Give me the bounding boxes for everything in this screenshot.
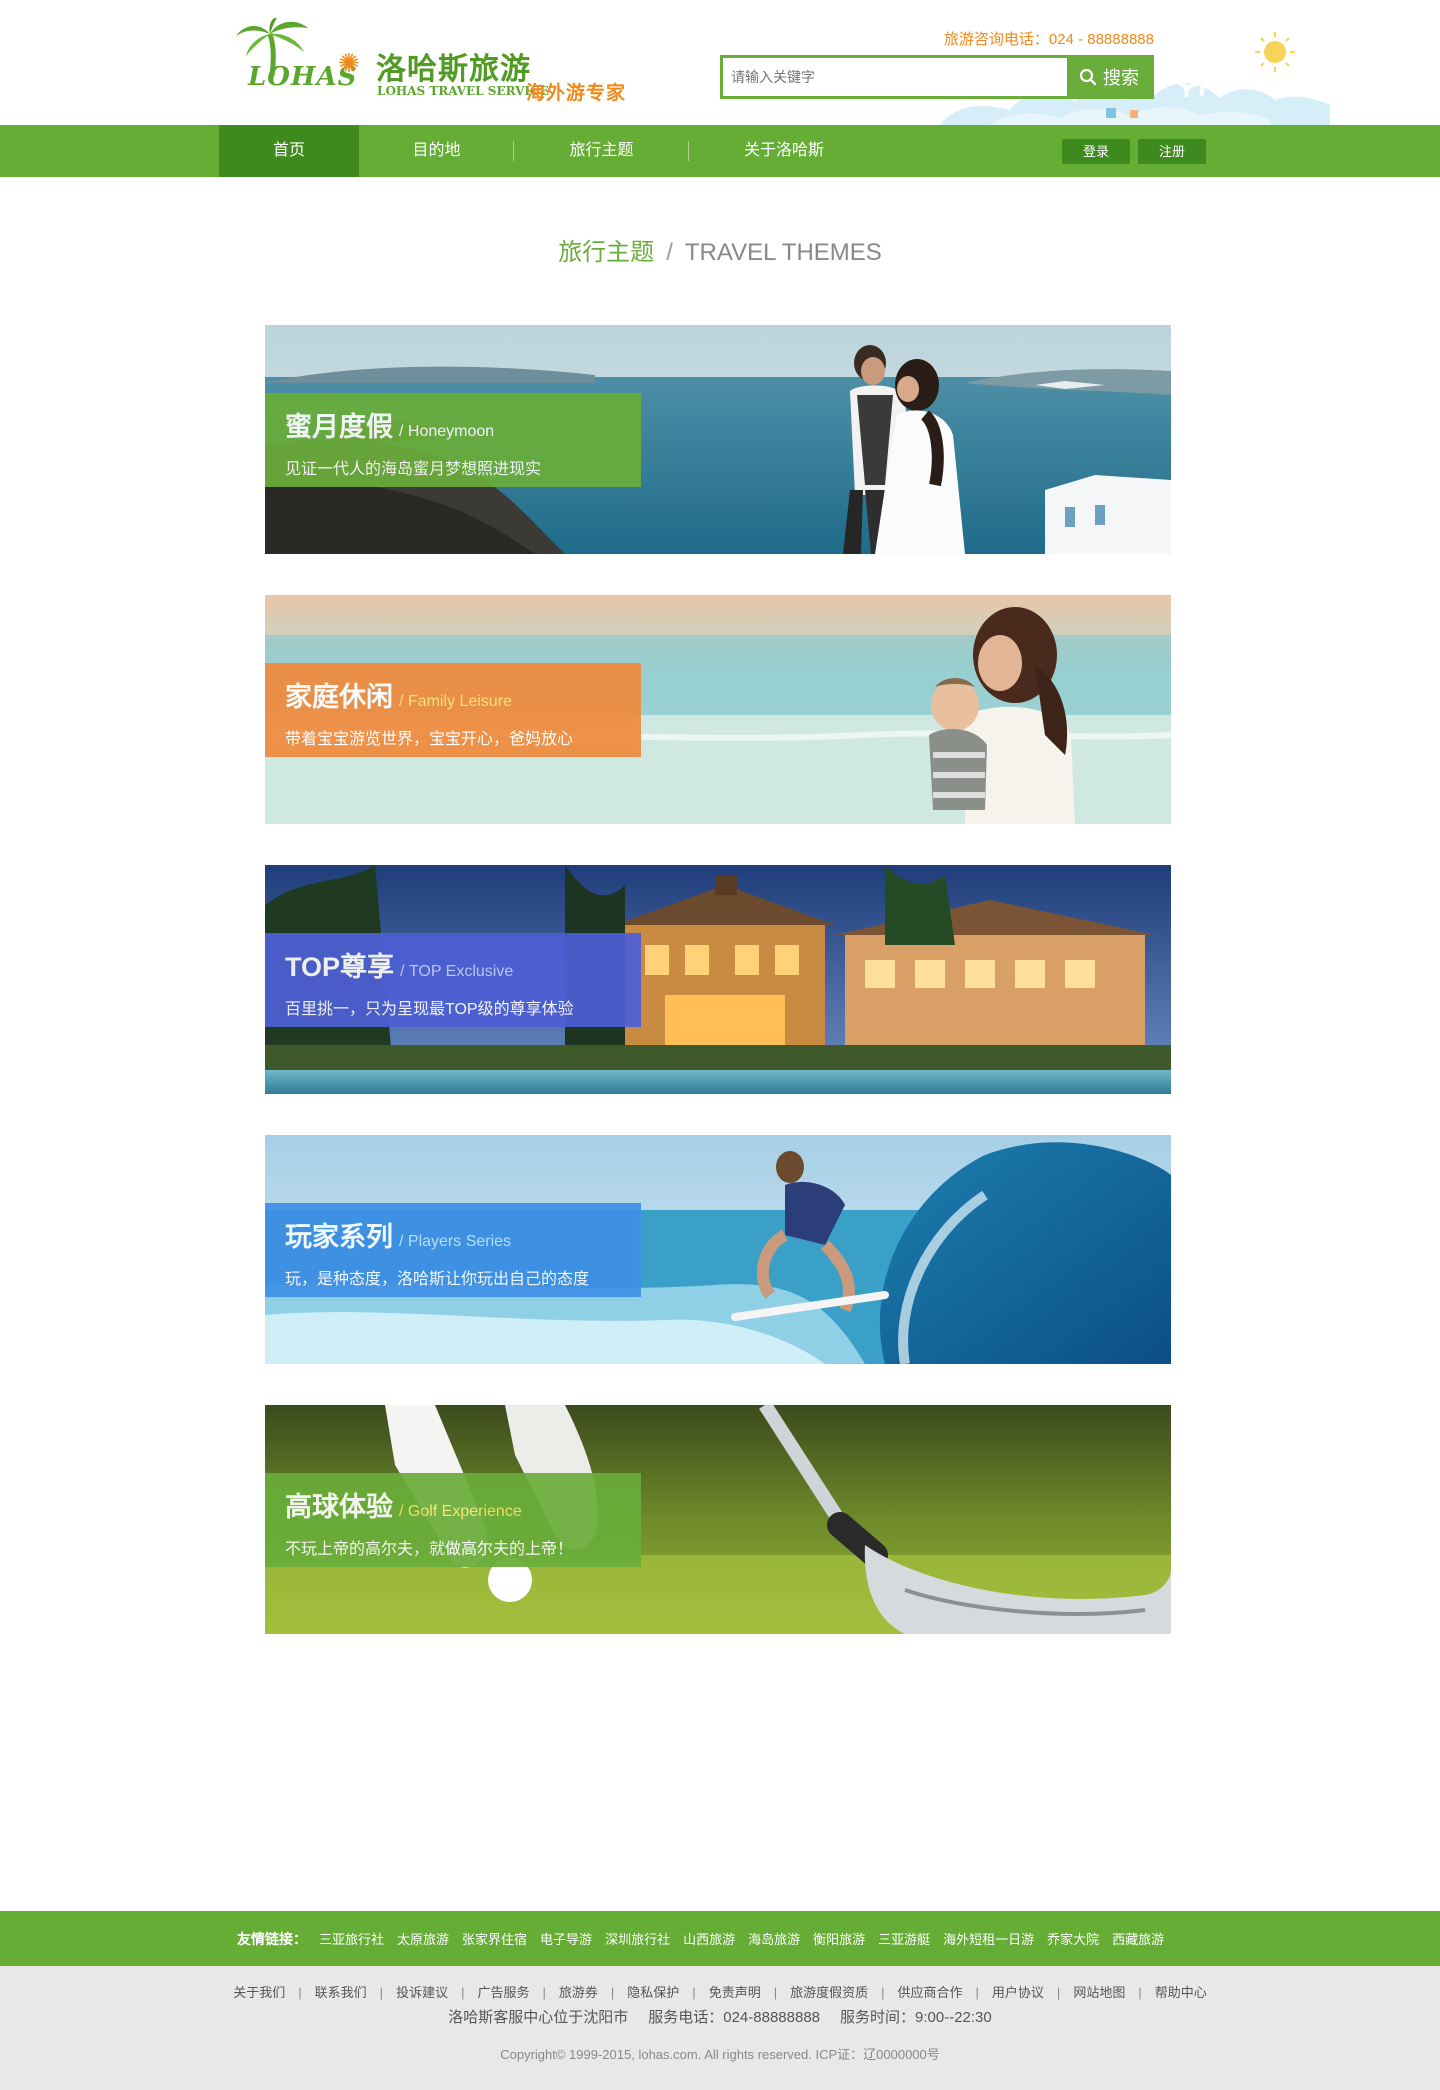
register-button[interactable]: 注册 <box>1138 139 1206 164</box>
page-title: 旅行主题 / TRAVEL THEMES <box>0 232 1440 267</box>
footer-nav-link[interactable]: 帮助中心 <box>1155 1985 1207 2000</box>
friendly-link[interactable]: 电子导游 <box>540 1929 592 1948</box>
footer: 关于我们 | 联系我们 | 投诉建议 | 广告服务 | 旅游券 | 隐私保护 | 免责声明 | 旅游度假资质… <box>0 1966 1440 2090</box>
footer-nav-link[interactable]: 免责声明 <box>709 1985 761 2000</box>
theme-subtitle: / Honeymoon <box>399 423 495 440</box>
theme-label: 家庭休闲 / Family Leisure 带着宝宝游览世界，宝宝开心，爸妈放心 <box>265 663 641 757</box>
login-button[interactable]: 登录 <box>1062 139 1130 164</box>
footer-nav-divider: | <box>542 1985 546 2000</box>
friendly-link[interactable]: 三亚游艇 <box>878 1929 930 1948</box>
service-phone: 服务电话：024-88888888 <box>648 2009 821 2026</box>
footer-nav-divider: | <box>610 1985 615 2000</box>
friendly-link[interactable]: 海外短租一日游 <box>943 1929 1034 1948</box>
footer-nav-divider: | <box>379 1985 384 2000</box>
friendly-links-title: 友情链接： <box>237 1930 307 1947</box>
theme-banner-family[interactable]: 家庭休闲 / Family Leisure 带着宝宝游览世界，宝宝开心，爸妈放心 <box>265 595 1171 824</box>
page: LOHAS ✺ 洛哈斯旅游 LOHAS TRAVEL SERVICE 海外游专家 <box>0 0 1440 2090</box>
hotline: 旅游咨询电话：024 - 88888888 <box>943 31 1154 48</box>
theme-title: 玩家系列 <box>285 1222 393 1252</box>
friendly-link[interactable]: 深圳旅行社 <box>605 1929 670 1948</box>
theme-subtitle: / Family Leisure <box>399 693 512 710</box>
theme-description: 玩，是种态度，洛哈斯让你玩出自己的态度 <box>285 1271 590 1288</box>
theme-description: 不玩上帝的高尔夫，就做高尔夫的上帝！ <box>285 1541 574 1558</box>
footer-nav-divider: | <box>298 1985 302 2000</box>
theme-banner-honeymoon[interactable]: 蜜月度假 / Honeymoon 见证一代人的海岛蜜月梦想照进现实 <box>265 325 1171 554</box>
theme-banner-players[interactable]: 玩家系列 / Players Series 玩，是种态度，洛哈斯让你玩出自己的态度 <box>265 1135 1171 1364</box>
friendly-link[interactable]: 三亚旅行社 <box>319 1929 384 1948</box>
friendly-links-bar: 友情链接： 三亚旅行社 太原旅游 张家界住宿 电子导游 深圳旅行社 山西旅游 海岛旅游 衡阳旅… <box>0 1911 1440 1966</box>
friendly-link[interactable]: 张家界住宿 <box>462 1929 527 1948</box>
nav-item-destinations[interactable]: 目的地 <box>359 125 514 177</box>
page-title-en: TRAVEL THEMES <box>684 239 882 266</box>
logo[interactable]: LOHAS ✺ 洛哈斯旅游 LOHAS TRAVEL SERVICE 海外游专家 <box>234 18 654 108</box>
theme-title: 高球体验 <box>285 1492 393 1522</box>
service-center: 洛哈斯客服中心位于沈阳市 <box>448 2009 629 2026</box>
slogan: 海外游专家 <box>526 83 627 104</box>
theme-description: 带着宝宝游览世界，宝宝开心，爸妈放心 <box>285 731 574 748</box>
theme-title: 蜜月度假 <box>285 412 393 442</box>
service-hours: 服务时间：9:00--22:30 <box>840 2009 992 2026</box>
nav-item-home[interactable]: 首页 <box>219 125 359 177</box>
theme-subtitle: / Players Series <box>399 1233 512 1250</box>
footer-nav-divider: | <box>773 1985 778 2000</box>
theme-banner-top-exclusive[interactable]: TOP尊享 / TOP Exclusive 百里挑一，只为呈现最TOP级的尊享体验 <box>265 865 1171 1094</box>
footer-nav-link[interactable]: 旅游券 <box>559 1985 598 2000</box>
main-nav: 首页 目的地 旅行主题 关于洛哈斯 <box>0 125 1440 177</box>
footer-info: 洛哈斯客服中心位于沈阳市 服务电话：024-88888888 服务时间：9:00--… <box>0 2006 1440 2027</box>
theme-description: 见证一代人的海岛蜜月梦想照进现实 <box>285 461 542 478</box>
friendly-link[interactable]: 山西旅游 <box>683 1929 735 1948</box>
page-title-cn: 旅行主题 <box>558 239 655 266</box>
header: LOHAS ✺ 洛哈斯旅游 LOHAS TRAVEL SERVICE 海外游专家 <box>0 0 1440 125</box>
search-input[interactable] <box>723 58 1067 96</box>
copyright: Copyright© 1999-2015, lohas.com. All rig… <box>500 2047 940 2062</box>
page-title-separator: / <box>666 239 673 266</box>
theme-banner-golf[interactable]: 高球体验 / Golf Experience 不玩上帝的高尔夫，就做高尔夫的上帝！ <box>265 1405 1171 1634</box>
footer-nav-link[interactable]: 联系我们 <box>315 1985 367 2000</box>
footer-nav-divider: | <box>1138 1985 1142 2000</box>
footer-nav-divider: | <box>881 1985 885 2000</box>
footer-nav-divider: | <box>975 1985 979 2000</box>
search-button[interactable]: 搜索 <box>1067 58 1151 96</box>
theme-label: TOP尊享 / TOP Exclusive 百里挑一，只为呈现最TOP级的尊享体验 <box>265 933 641 1027</box>
footer-nav: 关于我们 | 联系我们 | 投诉建议 | 广告服务 | 旅游券 | 隐私保护 | 免责声明 | 旅游度假资质… <box>0 1982 1440 2001</box>
friendly-link[interactable]: 衡阳旅游 <box>813 1929 865 1948</box>
sun-icon <box>1255 32 1295 72</box>
nav-item-travel-themes[interactable]: 旅行主题 <box>514 125 689 177</box>
theme-title: TOP尊享 <box>285 952 395 982</box>
nav-item-about[interactable]: 关于洛哈斯 <box>689 125 879 177</box>
footer-nav-divider: | <box>1056 1985 1061 2000</box>
theme-label: 蜜月度假 / Honeymoon 见证一代人的海岛蜜月梦想照进现实 <box>265 393 641 487</box>
footer-nav-link[interactable]: 网站地图 <box>1073 1985 1125 2000</box>
theme-title: 家庭休闲 <box>285 682 393 712</box>
theme-description: 百里挑一，只为呈现最TOP级的尊享体验 <box>285 1001 574 1018</box>
footer-nav-link[interactable]: 旅游度假资质 <box>790 1985 868 2000</box>
friendly-link[interactable]: 西藏旅游 <box>1112 1929 1164 1948</box>
footer-nav-link[interactable]: 用户协议 <box>992 1985 1044 2000</box>
theme-label: 玩家系列 / Players Series 玩，是种态度，洛哈斯让你玩出自己的态度 <box>265 1203 641 1297</box>
footer-nav-link[interactable]: 隐私保护 <box>627 1985 679 2000</box>
brand-name-cn: 洛哈斯旅游 <box>376 53 531 86</box>
footer-nav-link[interactable]: 关于我们 <box>233 1985 285 2000</box>
theme-subtitle: / Golf Experience <box>399 1503 522 1520</box>
footer-nav-link[interactable]: 供应商合作 <box>898 1985 963 2000</box>
friendly-link[interactable]: 乔家大院 <box>1047 1929 1099 1948</box>
search-icon <box>1079 68 1097 86</box>
footer-nav-divider: | <box>461 1985 465 2000</box>
search-button-label: 搜索 <box>1103 68 1139 88</box>
brand-name-en: LOHAS TRAVEL SERVICE <box>377 84 549 98</box>
footer-nav-divider: | <box>692 1985 696 2000</box>
footer-nav-link[interactable]: 投诉建议 <box>396 1985 448 2000</box>
friendly-link[interactable]: 太原旅游 <box>397 1929 449 1948</box>
search-box: 搜索 <box>720 55 1154 99</box>
footer-nav-link[interactable]: 广告服务 <box>477 1985 529 2000</box>
friendly-link[interactable]: 海岛旅游 <box>748 1929 800 1948</box>
theme-label: 高球体验 / Golf Experience 不玩上帝的高尔夫，就做高尔夫的上帝！ <box>265 1473 641 1567</box>
theme-subtitle: / TOP Exclusive <box>400 963 514 980</box>
runner-icon: ✺ <box>338 48 360 78</box>
